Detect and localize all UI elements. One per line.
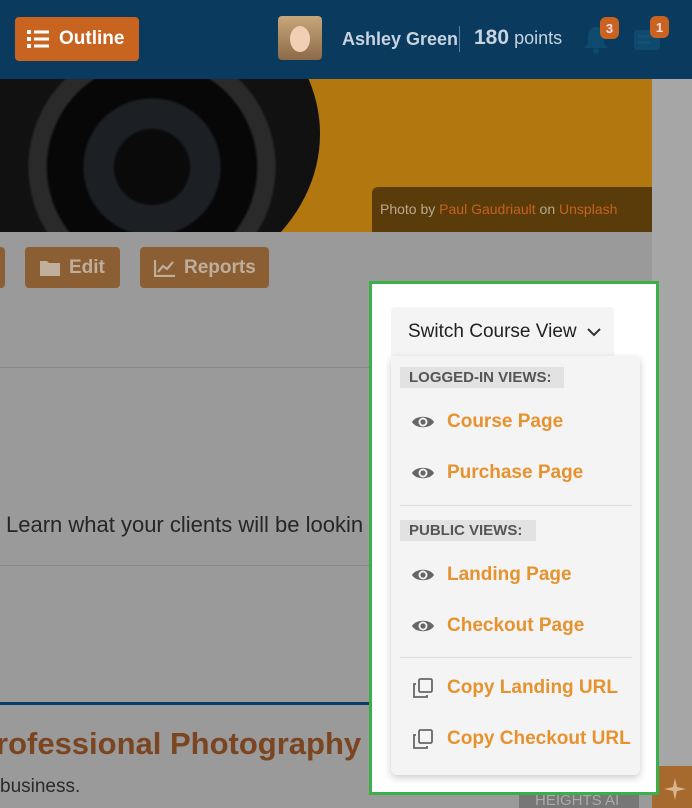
sparkle-icon (664, 778, 686, 800)
list-icon (27, 30, 49, 48)
menu-item-label: Purchase Page (447, 462, 584, 483)
eye-icon (411, 563, 435, 587)
course-hero-image: Photo by Paul Gaudriault on Unsplash (0, 79, 652, 232)
edit-button-label: Edit (69, 256, 105, 278)
copy-icon (411, 727, 435, 751)
course-description-text: Learn what your clients will be lookin (6, 512, 364, 537)
points-display: 180 points (474, 26, 562, 50)
credit-prefix: Photo by (380, 201, 440, 217)
folder-icon (40, 260, 60, 276)
messages-count-badge: 1 (650, 16, 669, 38)
menu-item-landing-page[interactable]: Landing Page (411, 562, 572, 588)
section-accent-line (0, 702, 380, 705)
menu-item-label: Checkout Page (447, 615, 585, 636)
outline-button-label: Outline (59, 28, 125, 49)
avatar[interactable] (278, 16, 322, 60)
logged-in-views-heading: LOGGED-IN VIEWS: (400, 367, 564, 388)
user-name[interactable]: Ashley Green (342, 29, 458, 50)
partial-action-button[interactable] (0, 247, 5, 288)
chevron-down-icon (586, 328, 601, 337)
menu-item-checkout-page[interactable]: Checkout Page (411, 613, 584, 639)
menu-item-copy-landing-url[interactable]: Copy Landing URL (411, 675, 618, 701)
switch-course-view-label: Switch Course View (408, 321, 577, 342)
menu-divider (400, 657, 632, 658)
course-subtitle: business. (0, 776, 81, 797)
menu-item-purchase-page[interactable]: Purchase Page (411, 460, 583, 486)
divider (459, 26, 460, 52)
menu-divider (400, 505, 632, 506)
points-value: 180 (474, 26, 510, 49)
notifications-count-badge: 3 (600, 17, 619, 39)
menu-item-label: Copy Landing URL (447, 677, 618, 698)
menu-item-label: Landing Page (447, 564, 572, 585)
eye-icon (411, 410, 435, 434)
menu-item-label: Copy Checkout URL (447, 728, 631, 749)
eye-icon (411, 461, 435, 485)
line-chart-icon (154, 259, 175, 277)
points-unit: points (514, 28, 563, 48)
reports-button[interactable]: Reports (140, 247, 269, 288)
menu-item-label: Course Page (447, 411, 564, 432)
photo-credit: Photo by Paul Gaudriault on Unsplash (372, 187, 652, 232)
copy-icon (411, 676, 435, 700)
switch-course-view-button[interactable]: Switch Course View (391, 307, 614, 357)
reports-button-label: Reports (184, 256, 256, 278)
outline-button[interactable]: Outline (15, 17, 139, 61)
course-title: rofessional Photography (0, 726, 362, 761)
public-views-heading: PUBLIC VIEWS: (400, 520, 536, 541)
credit-author-link[interactable]: Paul Gaudriault (439, 201, 536, 217)
menu-item-course-page[interactable]: Course Page (411, 409, 563, 435)
credit-site-link[interactable]: Unsplash (559, 201, 617, 217)
credit-mid: on (535, 201, 560, 217)
top-navigation-bar: Outline Ashley Green 180 points 3 1 (0, 0, 692, 79)
camera-lens-photo (0, 79, 320, 232)
edit-button[interactable]: Edit (25, 247, 120, 288)
eye-icon (411, 614, 435, 638)
menu-item-copy-checkout-url[interactable]: Copy Checkout URL (411, 726, 631, 752)
